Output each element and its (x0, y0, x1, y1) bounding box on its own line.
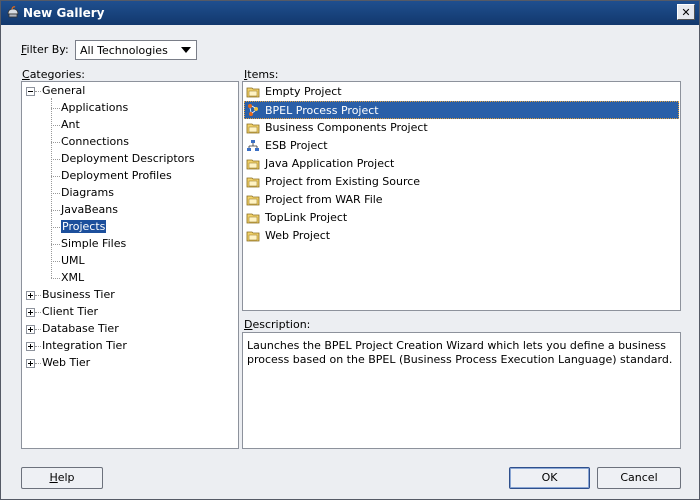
tree-item-connections[interactable]: Connections (61, 134, 129, 150)
filter-dropdown[interactable]: All Technologies (75, 40, 197, 60)
expand-client-tier-icon[interactable] (26, 308, 35, 317)
expand-business-tier-icon[interactable] (26, 291, 35, 300)
chevron-down-icon (181, 47, 191, 53)
tree-item-diagrams[interactable]: Diagrams (61, 185, 114, 201)
app-icon (7, 6, 19, 18)
close-button[interactable]: ✕ (677, 4, 695, 20)
collapse-general-icon[interactable] (26, 87, 35, 96)
bpel-process-icon (248, 104, 258, 116)
folder-icon (246, 231, 260, 242)
items-label: Items: (244, 68, 279, 81)
categories-tree[interactable]: General Applications Ant Connections Dep… (21, 81, 239, 449)
tree-item-uml[interactable]: UML (61, 253, 85, 269)
description-panel: Launches the BPEL Project Creation Wizar… (242, 332, 681, 449)
expand-integration-tier-icon[interactable] (26, 342, 35, 351)
tree-item-general[interactable]: General (42, 83, 85, 99)
description-label: Description: (244, 318, 311, 331)
list-item-web-project[interactable]: Web Project (244, 227, 679, 245)
tree-item-client-tier[interactable]: Client Tier (42, 304, 98, 320)
title-bar: New Gallery ✕ (1, 1, 699, 25)
tree-item-deployment-descriptors[interactable]: Deployment Descriptors (61, 151, 195, 167)
esb-icon (247, 140, 259, 151)
tree-item-ant[interactable]: Ant (61, 117, 80, 133)
list-item-business-components-project[interactable]: Business Components Project (244, 119, 679, 137)
tree-item-projects[interactable]: Projects (61, 219, 107, 235)
tree-item-database-tier[interactable]: Database Tier (42, 321, 119, 337)
list-item-project-from-existing-source[interactable]: Project from Existing Source (244, 173, 679, 191)
expand-database-tier-icon[interactable] (26, 325, 35, 334)
tree-item-javabeans[interactable]: JavaBeans (61, 202, 118, 218)
new-gallery-dialog: New Gallery ✕ Filter By: All Technologie… (0, 0, 700, 500)
tree-item-integration-tier[interactable]: Integration Tier (42, 338, 127, 354)
tree-item-web-tier[interactable]: Web Tier (42, 355, 90, 371)
folder-icon (246, 213, 260, 224)
tree-item-applications[interactable]: Applications (61, 100, 128, 116)
folder-icon (246, 177, 260, 188)
help-button[interactable]: Help (21, 467, 103, 489)
items-list[interactable]: Empty Project BPEL Process Project Busin… (242, 81, 681, 311)
list-item-toplink-project[interactable]: TopLink Project (244, 209, 679, 227)
list-item-empty-project[interactable]: Empty Project (244, 83, 679, 101)
list-item-esb-project[interactable]: ESB Project (244, 137, 679, 155)
filter-label: Filter By: (21, 43, 69, 56)
close-icon: ✕ (681, 6, 691, 19)
filter-value: All Technologies (80, 44, 168, 57)
tree-item-deployment-profiles[interactable]: Deployment Profiles (61, 168, 172, 184)
folder-icon (246, 123, 260, 134)
tree-item-business-tier[interactable]: Business Tier (42, 287, 115, 303)
ok-button[interactable]: OK (509, 467, 590, 489)
list-item-java-application-project[interactable]: Java Application Project (244, 155, 679, 173)
cancel-button[interactable]: Cancel (597, 467, 681, 489)
folder-icon (246, 195, 260, 206)
window-title: New Gallery (23, 6, 105, 20)
folder-icon (246, 87, 260, 98)
tree-item-simple-files[interactable]: Simple Files (61, 236, 126, 252)
expand-web-tier-icon[interactable] (26, 359, 35, 368)
folder-icon (246, 159, 260, 170)
description-text: Launches the BPEL Project Creation Wizar… (247, 339, 673, 366)
tree-item-xml[interactable]: XML (61, 270, 84, 286)
categories-label: Categories: (22, 68, 86, 81)
list-item-bpel-process-project[interactable]: BPEL Process Project (244, 101, 679, 119)
list-item-project-from-war-file[interactable]: Project from WAR File (244, 191, 679, 209)
